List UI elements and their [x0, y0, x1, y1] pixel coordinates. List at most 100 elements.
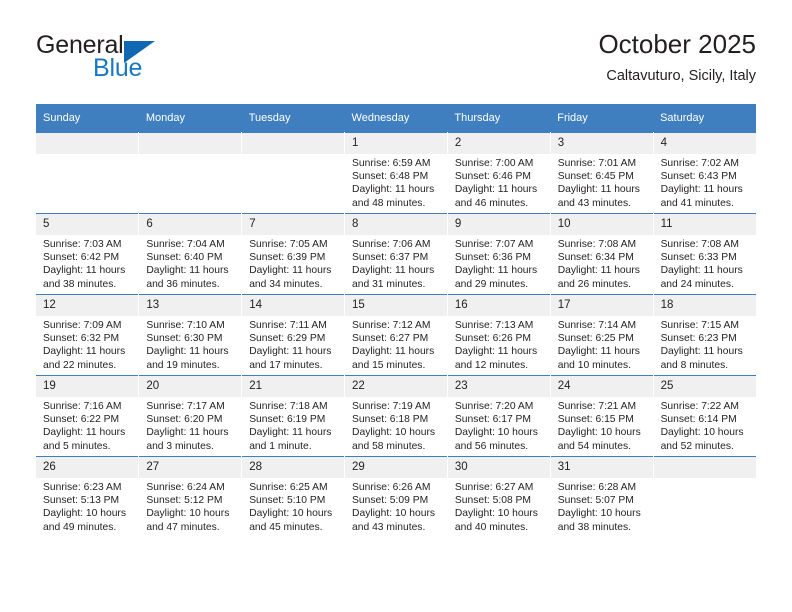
day-number: 17 [550, 295, 653, 316]
day-daylight-text: and 29 minutes. [454, 278, 529, 290]
day-daylight-text: Daylight: 10 hours [43, 508, 126, 520]
day-daylight-text: Daylight: 11 hours [557, 184, 640, 196]
day-cell[interactable]: 13 Sunrise: 7:10 AM Sunset: 6:30 PM Dayligh… [138, 294, 243, 376]
day-daylight-text: and 15 minutes. [352, 359, 426, 371]
day-cell[interactable]: 23 Sunrise: 7:20 AM Sunset: 6:17 PM Dayligh… [447, 375, 551, 457]
day-sunset-text: Sunset: 6:39 PM [249, 252, 326, 264]
day-daylight-text: Daylight: 11 hours [352, 346, 435, 358]
day-number: 8 [345, 214, 447, 235]
day-daylight-text: Daylight: 11 hours [249, 265, 332, 277]
day-daylight-text: and 47 minutes. [146, 521, 220, 533]
day-daylight-text: Daylight: 10 hours [557, 427, 641, 439]
day-sunset-text: Sunset: 6:42 PM [43, 252, 120, 264]
day-cell[interactable]: 4 Sunrise: 7:02 AM Sunset: 6:43 PM Daylight… [653, 132, 756, 214]
day-sunset-text: Sunset: 5:09 PM [352, 495, 429, 507]
day-number [653, 457, 756, 478]
day-number: 21 [242, 376, 345, 397]
day-number: 10 [550, 214, 653, 235]
day-cell[interactable]: 1 Sunrise: 6:59 AM Sunset: 6:48 PM Daylight… [344, 132, 448, 214]
day-details: Sunrise: 7:13 AM Sunset: 6:26 PM Daylight:… [448, 316, 550, 372]
day-cell[interactable]: 14 Sunrise: 7:11 AM Sunset: 6:29 PM Dayligh… [241, 294, 346, 376]
day-sunset-text: Sunset: 6:30 PM [146, 333, 223, 345]
day-daylight-text: Daylight: 11 hours [43, 346, 126, 358]
weekday-header-thursday: Thursday [447, 104, 551, 133]
day-sunrise-text: Sunrise: 7:16 AM [43, 401, 122, 412]
day-number: 5 [36, 214, 139, 235]
day-sunrise-text: Sunrise: 7:15 AM [660, 320, 739, 331]
day-sunset-text: Sunset: 6:37 PM [352, 252, 429, 264]
day-number: 20 [139, 376, 242, 397]
day-number: 13 [139, 295, 242, 316]
day-cell[interactable]: 11 Sunrise: 7:08 AM Sunset: 6:33 PM Dayligh… [653, 213, 756, 295]
day-cell[interactable]: 29 Sunrise: 6:26 AM Sunset: 5:09 PM Dayligh… [344, 456, 448, 537]
day-cell[interactable]: 7 Sunrise: 7:05 AM Sunset: 6:39 PM Daylight… [241, 213, 346, 295]
day-sunrise-text: Sunrise: 6:27 AM [454, 482, 534, 493]
day-details: Sunrise: 6:25 AM Sunset: 5:10 PM Daylight:… [242, 478, 344, 534]
day-cell[interactable]: 18 Sunrise: 7:15 AM Sunset: 6:23 PM Dayligh… [653, 294, 756, 376]
day-cell[interactable]: 3 Sunrise: 7:01 AM Sunset: 6:45 PM Daylight… [550, 132, 654, 214]
day-daylight-text: Daylight: 11 hours [43, 427, 126, 439]
calendar-week-row: 5 Sunrise: 7:03 AM Sunset: 6:42 PM Daylight… [36, 213, 756, 295]
day-sunset-text: Sunset: 6:43 PM [660, 171, 737, 183]
day-daylight-text: Daylight: 10 hours [249, 508, 333, 520]
day-number: 4 [653, 133, 756, 154]
day-cell[interactable]: 5 Sunrise: 7:03 AM Sunset: 6:42 PM Daylight… [36, 213, 140, 295]
day-daylight-text: Daylight: 11 hours [352, 184, 435, 196]
day-number: 25 [653, 376, 756, 397]
day-details: Sunrise: 6:24 AM Sunset: 5:12 PM Daylight:… [139, 478, 241, 534]
day-sunset-text: Sunset: 6:18 PM [352, 414, 429, 426]
day-daylight-text: Daylight: 11 hours [146, 427, 229, 439]
day-cell[interactable]: 6 Sunrise: 7:04 AM Sunset: 6:40 PM Daylight… [138, 213, 243, 295]
day-sunrise-text: Sunrise: 7:03 AM [43, 239, 122, 250]
calendar-week-row: 1 Sunrise: 6:59 AM Sunset: 6:48 PM Daylight… [36, 132, 756, 214]
day-daylight-text: and 54 minutes. [557, 440, 631, 452]
day-cell[interactable]: 22 Sunrise: 7:19 AM Sunset: 6:18 PM Dayligh… [344, 375, 448, 457]
day-daylight-text: Daylight: 11 hours [249, 427, 332, 439]
day-cell[interactable]: 25 Sunrise: 7:22 AM Sunset: 6:14 PM Dayligh… [653, 375, 756, 457]
day-cell[interactable]: 10 Sunrise: 7:08 AM Sunset: 6:34 PM Dayligh… [550, 213, 654, 295]
day-cell[interactable]: 27 Sunrise: 6:24 AM Sunset: 5:12 PM Dayligh… [138, 456, 243, 537]
day-daylight-text: Daylight: 10 hours [557, 508, 641, 520]
day-daylight-text: Daylight: 11 hours [249, 346, 332, 358]
day-cell[interactable]: 8 Sunrise: 7:06 AM Sunset: 6:37 PM Daylight… [344, 213, 448, 295]
day-sunset-text: Sunset: 6:14 PM [660, 414, 737, 426]
day-number: 19 [36, 376, 139, 397]
day-sunrise-text: Sunrise: 7:04 AM [146, 239, 225, 250]
day-cell[interactable]: 2 Sunrise: 7:00 AM Sunset: 6:46 PM Daylight… [447, 132, 551, 214]
day-daylight-text: and 43 minutes. [352, 521, 426, 533]
day-cell[interactable]: 28 Sunrise: 6:25 AM Sunset: 5:10 PM Dayligh… [241, 456, 346, 537]
day-sunset-text: Sunset: 6:20 PM [146, 414, 223, 426]
day-sunset-text: Sunset: 6:46 PM [454, 171, 532, 183]
day-cell[interactable]: 20 Sunrise: 7:17 AM Sunset: 6:20 PM Dayligh… [138, 375, 243, 457]
day-details: Sunrise: 7:14 AM Sunset: 6:25 PM Daylight:… [551, 316, 653, 372]
day-sunrise-text: Sunrise: 7:07 AM [454, 239, 534, 250]
day-sunset-text: Sunset: 6:26 PM [454, 333, 532, 345]
day-cell[interactable]: 31 Sunrise: 6:28 AM Sunset: 5:07 PM Dayligh… [550, 456, 654, 537]
day-cell[interactable]: 24 Sunrise: 7:21 AM Sunset: 6:15 PM Dayligh… [550, 375, 654, 457]
day-cell[interactable]: 30 Sunrise: 6:27 AM Sunset: 5:08 PM Dayligh… [447, 456, 551, 537]
logo-word-blue: Blue [93, 54, 143, 82]
day-sunrise-text: Sunrise: 7:17 AM [146, 401, 225, 412]
calendar-week-row: 19 Sunrise: 7:16 AM Sunset: 6:22 PM Dayligh… [36, 375, 756, 457]
day-sunrise-text: Sunrise: 7:06 AM [352, 239, 431, 250]
weekday-header-friday: Friday [550, 104, 654, 133]
day-cell[interactable]: 26 Sunrise: 6:23 AM Sunset: 5:13 PM Dayligh… [36, 456, 140, 537]
day-cell[interactable]: 19 Sunrise: 7:16 AM Sunset: 6:22 PM Dayligh… [36, 375, 140, 457]
day-details: Sunrise: 7:15 AM Sunset: 6:23 PM Daylight:… [654, 316, 756, 372]
day-details: Sunrise: 7:12 AM Sunset: 6:27 PM Daylight:… [345, 316, 447, 372]
day-sunrise-text: Sunrise: 6:26 AM [352, 482, 431, 493]
day-daylight-text: Daylight: 10 hours [146, 508, 230, 520]
day-details: Sunrise: 7:02 AM Sunset: 6:43 PM Daylight:… [654, 154, 756, 210]
calendar-week-row: 12 Sunrise: 7:09 AM Sunset: 6:32 PM Dayligh… [36, 294, 756, 376]
day-daylight-text: and 45 minutes. [249, 521, 323, 533]
day-sunset-text: Sunset: 6:33 PM [660, 252, 737, 264]
day-cell[interactable]: 21 Sunrise: 7:18 AM Sunset: 6:19 PM Dayligh… [241, 375, 346, 457]
day-cell[interactable]: 9 Sunrise: 7:07 AM Sunset: 6:36 PM Daylight… [447, 213, 551, 295]
day-cell[interactable]: 16 Sunrise: 7:13 AM Sunset: 6:26 PM Dayligh… [447, 294, 551, 376]
day-cell[interactable]: 17 Sunrise: 7:14 AM Sunset: 6:25 PM Dayligh… [550, 294, 654, 376]
day-sunset-text: Sunset: 6:40 PM [146, 252, 223, 264]
day-cell[interactable]: 12 Sunrise: 7:09 AM Sunset: 6:32 PM Dayligh… [36, 294, 140, 376]
day-cell[interactable]: 15 Sunrise: 7:12 AM Sunset: 6:27 PM Dayligh… [344, 294, 448, 376]
day-details: Sunrise: 7:21 AM Sunset: 6:15 PM Daylight:… [551, 397, 653, 453]
day-number: 9 [447, 214, 550, 235]
